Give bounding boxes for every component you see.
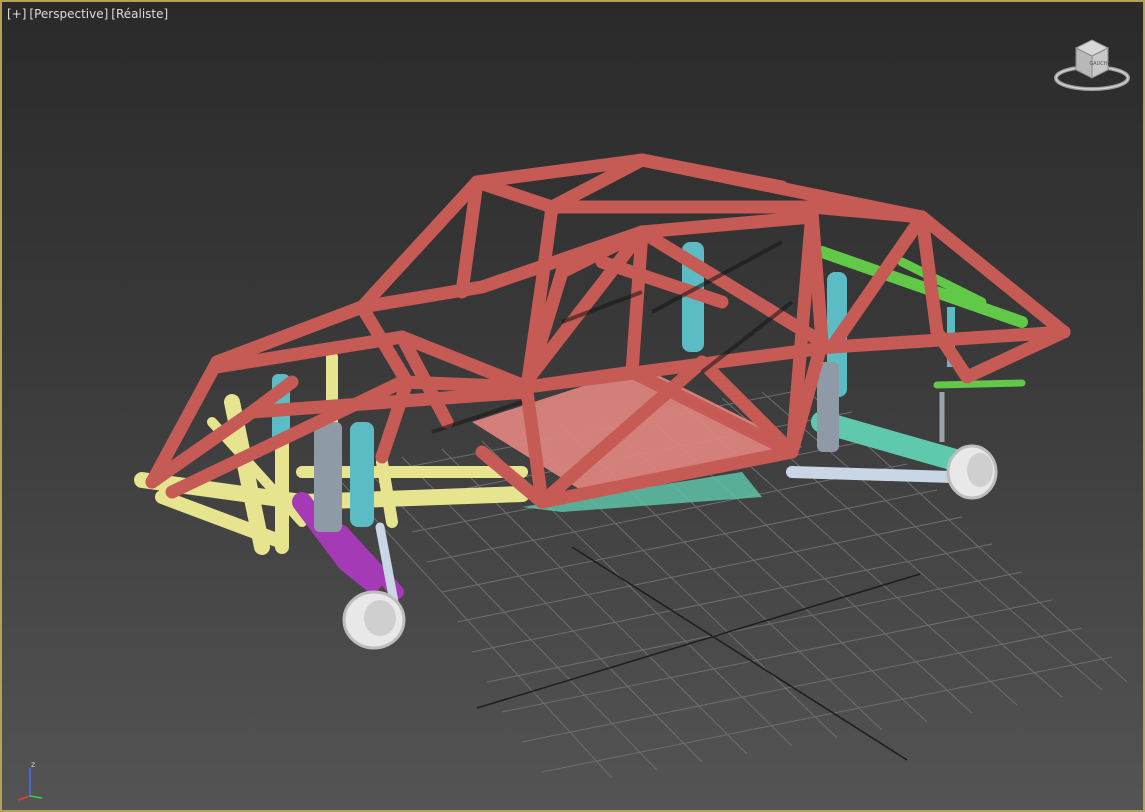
viewcube-face-label: GAUCHE [1089,61,1110,67]
viewport-point-of-view-menu[interactable]: [Perspective] [29,7,108,21]
perspective-viewport[interactable]: [+] [Perspective] [Réaliste] GAUCHE z [0,0,1145,812]
axis-z-label: z [31,760,35,769]
3d-scene[interactable] [2,2,1143,810]
viewport-shading-menu[interactable]: [Réaliste] [111,7,168,21]
viewcube-icon[interactable]: GAUCHE [1052,38,1132,94]
viewport-label-menu[interactable]: [+] [Perspective] [Réaliste] [7,7,168,21]
axis-tripod-icon: z [17,760,43,801]
viewport-general-menu[interactable]: [+] [7,7,26,21]
